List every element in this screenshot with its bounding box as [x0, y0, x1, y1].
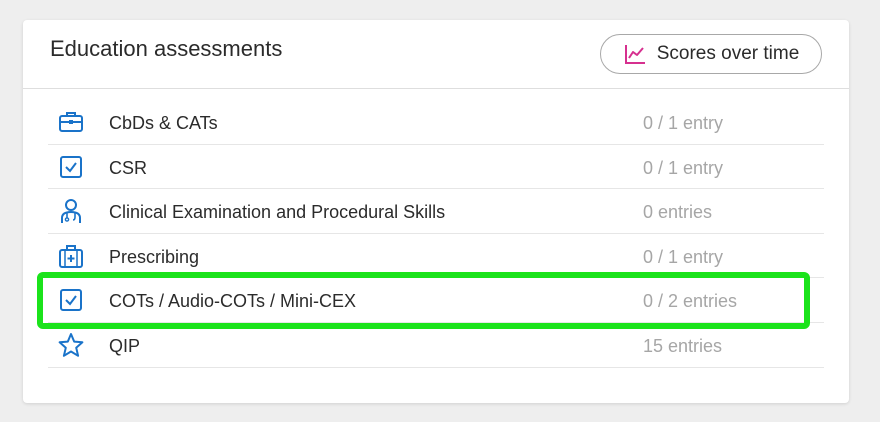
list-item-prescribing[interactable]: Prescribing 0 / 1 entry [48, 234, 824, 279]
item-label: COTs / Audio-COTs / Mini-CEX [109, 291, 357, 312]
doctor-icon [61, 199, 81, 224]
scores-over-time-label: Scores over time [656, 43, 800, 64]
item-label: Clinical Examination and Procedural Skil… [109, 202, 446, 223]
assessment-list: CbDs & CATs 0 / 1 entry CSR 0 / 1 entry … [48, 100, 824, 368]
list-item-clinical-examination[interactable]: Clinical Examination and Procedural Skil… [48, 189, 824, 234]
checkbox-icon [60, 289, 82, 312]
list-item-cbds-cats[interactable]: CbDs & CATs 0 / 1 entry [48, 100, 824, 145]
scores-over-time-button[interactable]: Scores over time [600, 34, 822, 74]
line-chart-icon [624, 45, 645, 64]
list-item-cots-mini-cex[interactable]: COTs / Audio-COTs / Mini-CEX 0 / 2 entri… [48, 278, 824, 323]
item-count: 0 / 1 entry [643, 246, 724, 267]
item-label: CbDs & CATs [109, 113, 218, 133]
medical-kit-icon [59, 244, 83, 268]
item-count: 0 / 2 entries [643, 291, 738, 312]
checkbox-icon [60, 155, 82, 178]
item-count: 0 / 1 entry [643, 113, 724, 133]
card-header: Education assessments Scores over time [23, 20, 849, 89]
item-count: 15 entries [643, 335, 723, 356]
card-title: Education assessments [50, 36, 283, 61]
briefcase-icon [59, 112, 83, 132]
item-label: CSR [109, 157, 148, 178]
item-label: Prescribing [109, 246, 200, 267]
list-item-qip[interactable]: QIP 15 entries [48, 323, 824, 368]
item-count: 0 entries [643, 202, 713, 223]
list-item-csr[interactable]: CSR 0 / 1 entry [48, 145, 824, 190]
education-assessments-card: Education assessments Scores over time C… [23, 20, 849, 403]
star-icon [58, 332, 84, 357]
item-count: 0 / 1 entry [643, 157, 724, 178]
item-label: QIP [109, 335, 141, 356]
